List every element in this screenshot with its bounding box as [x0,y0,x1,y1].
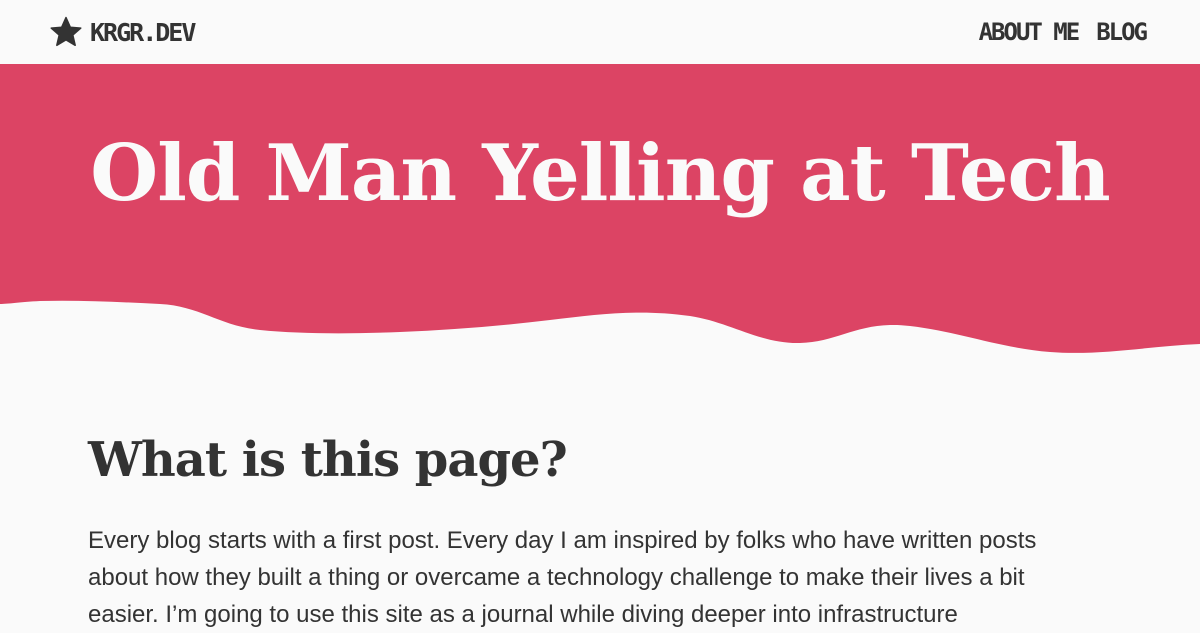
brand-link[interactable]: KRGR.DEV [50,14,196,50]
nav-link-blog[interactable]: BLOG [1096,18,1148,46]
site-header: KRGR.DEV ABOUT ME BLOG [0,0,1200,64]
brand-name: KRGR.DEV [90,17,196,47]
star-icon [50,16,82,48]
hero-banner: Old Man Yelling at Tech [0,64,1200,364]
article-content: What is this page? Every blog starts wit… [88,420,1068,633]
article-heading: What is this page? [88,432,568,488]
nav-link-about-me[interactable]: ABOUT ME [979,18,1081,46]
article-paragraph: Every blog starts with a first post. Eve… [88,527,1037,628]
hero-title: Old Man Yelling at Tech [90,128,1111,219]
main-nav: ABOUT ME BLOG [961,14,1148,50]
